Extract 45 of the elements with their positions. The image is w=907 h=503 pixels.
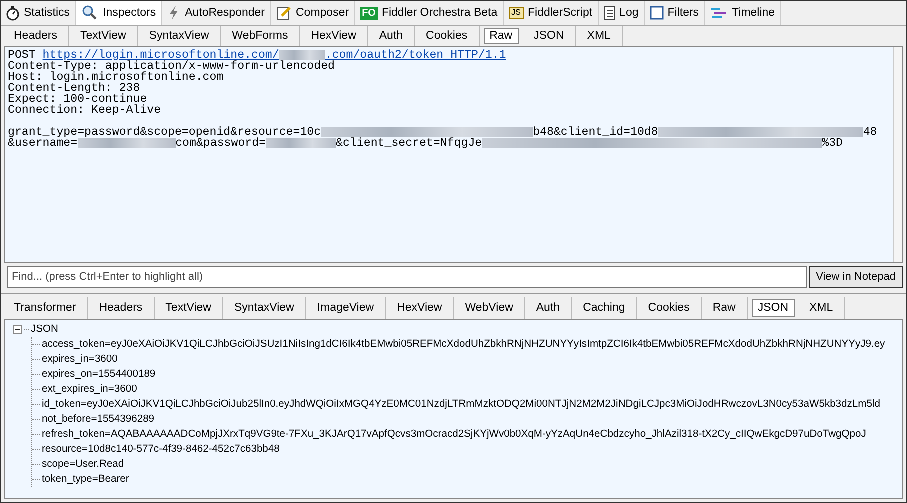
request-text: &username= <box>8 138 78 149</box>
request-text: Host: login.microsoftonline.com <box>8 72 224 83</box>
redacted-text <box>279 50 326 60</box>
magnifier-icon <box>81 5 100 21</box>
request-text: &client_secret=NfqgJe <box>336 138 482 149</box>
checkbox-icon <box>650 6 664 20</box>
tree-node[interactable]: not_before=1554396289 <box>42 414 155 425</box>
tree-node[interactable]: access_token=eyJ0eXAiOiJKV1QiLCJhbGciOiJSUzI1NiIsIng1dCI6Ik4tbEMwbi05REFMcXdodUhZbkhRNjNHZUNYYyIsImtpZCI6Ik4tbEMwbi05REFMcXdodUhZbkhRNjNHZUNYYyJ9.ey <box>42 339 886 350</box>
stopwatch-icon <box>6 6 20 20</box>
request-text: Content-Type: application/x-www-form-urlencoded <box>8 61 335 72</box>
pencil-note-icon <box>276 5 292 21</box>
orchestra-badge-icon: FO <box>360 6 378 20</box>
tree-node[interactable]: expires_on=1554400189 <box>42 369 156 380</box>
inspector-tab[interactable]: Filters <box>644 1 706 25</box>
request-text: Expect: 100-continue <box>8 94 148 105</box>
tree-node[interactable]: id_token=eyJ0eXAiOiJKV1QiLCJhbGciOiJub25lIn0.eyJhdWQiOiIxMGQ4YzE0MC01NzdjLTRmMzktODQ2Mi00NTJjN2M2M2JiNDgiLCJpc3MiOiJodHRwczovL3N0cy53aW5kb3dzLm5ld <box>42 399 880 410</box>
scrollbar[interactable] <box>893 47 902 262</box>
request-text: 48 <box>863 127 878 138</box>
request-text: Content-Length: 238 <box>8 83 140 94</box>
request-text: Connection: Keep-Alive <box>8 105 162 116</box>
url-link[interactable]: .com/oauth2/token HTTP/1.1 <box>325 50 506 61</box>
request-text: com&password= <box>176 138 266 149</box>
collapse-icon[interactable] <box>13 325 22 334</box>
inspector-tab[interactable]: JS FiddlerScript <box>504 1 599 25</box>
document-icon <box>604 6 616 20</box>
request-text: %3D <box>822 138 844 149</box>
tree-node[interactable]: expires_in=3600 <box>42 354 118 365</box>
script-icon: JS <box>508 7 524 19</box>
tree-node[interactable]: token_type=Bearer <box>42 474 130 485</box>
find-field[interactable]: Find... (press Ctrl+Enter to highlight all) <box>7 266 808 288</box>
tree-node[interactable]: ext_expires_in=3600 <box>42 384 138 395</box>
tree-node[interactable]: scope=User.Read <box>42 459 124 470</box>
response-view-tab[interactable]: JSON <box>752 299 795 317</box>
tree-node[interactable]: JSON <box>31 324 58 335</box>
request-text: grant_type=password&scope=openid&resource=10c <box>8 127 322 138</box>
url-link[interactable]: https://login.microsoftonline.com/ <box>42 50 280 61</box>
request-view-tab[interactable]: Raw <box>484 28 519 44</box>
tree-node[interactable]: resource=10d8c140-577c-4f39-8462-452c7c63bb48 <box>42 444 280 455</box>
inspector-tab[interactable]: Log <box>598 1 645 25</box>
request-text: b48&client_id=10d8 <box>533 127 658 138</box>
view-in-notepad-button[interactable]: View in Notepad <box>809 266 903 288</box>
tree-node[interactable]: refresh_token=AQABAAAAAADCoMpjJXrxTq9VG9te-7FXu_3KJArQ17vApfQcvs3mOcracd2SjKYjWv0b0XqM-yYzAqUn4eCbdzcyho_JhlAzil318-tX2Cy_cIIQwEkgcD97uDoTwgQpoJ <box>42 429 866 440</box>
timeline-icon <box>710 7 728 19</box>
request-text: POST <box>8 50 36 61</box>
inspector-tab[interactable]: Inspectors <box>76 1 162 25</box>
